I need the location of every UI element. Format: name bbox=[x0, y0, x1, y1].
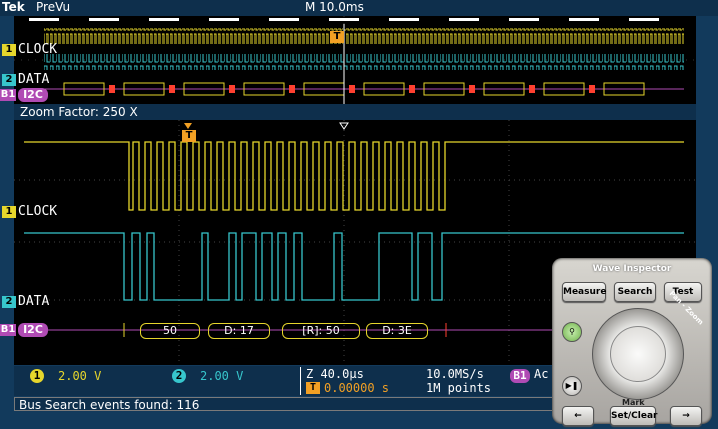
acquisition-mode: PreVu bbox=[36, 0, 71, 14]
zoom-ch2-marker[interactable]: 2 bbox=[2, 296, 16, 308]
sample-rate: 10.0MS/s bbox=[426, 367, 484, 381]
search-button[interactable]: Search bbox=[614, 282, 656, 302]
overview-ch2-marker[interactable]: 2 bbox=[2, 74, 16, 86]
bus-packet-data[interactable]: D: 17 bbox=[208, 323, 270, 339]
wave-inspector-panel: Wave Inspector Measure Search Test ⚲ ▶❚ … bbox=[552, 258, 712, 426]
next-mark-button[interactable]: → bbox=[670, 406, 702, 426]
previous-mark-button[interactable]: ← bbox=[562, 406, 594, 426]
overview-ch1-marker[interactable]: 1 bbox=[2, 44, 16, 56]
search-zoom-icon[interactable]: ⚲ bbox=[562, 322, 582, 342]
status-divider bbox=[300, 367, 301, 395]
play-pause-button[interactable]: ▶❚ bbox=[562, 376, 582, 396]
ch2-scale[interactable]: 2.00 V bbox=[200, 369, 243, 383]
ch2-scale-marker[interactable]: 2 bbox=[172, 369, 186, 383]
bus-status: Ac bbox=[534, 367, 549, 381]
overview-waveform[interactable]: T 1 CLOCK 2 DATA B1 I2C bbox=[0, 16, 696, 114]
bus-packet-data[interactable]: D: 3E bbox=[366, 323, 428, 339]
brand-logo: Tek bbox=[2, 0, 25, 14]
zoom-factor-readout: Zoom Factor: 250 X bbox=[14, 104, 696, 120]
zoom-ch1-label: CLOCK bbox=[18, 204, 58, 219]
overview-trigger-marker[interactable]: T bbox=[330, 31, 344, 43]
bus-packet-read-address[interactable]: [R]: 50 bbox=[282, 323, 360, 339]
ch1-scale[interactable]: 2.00 V bbox=[58, 369, 101, 383]
zoom-time-scale[interactable]: Z 40.0µs bbox=[306, 367, 364, 381]
zoom-ch2-label: DATA bbox=[18, 294, 50, 309]
zoom-ch1-marker[interactable]: 1 bbox=[2, 206, 16, 218]
ch1-scale-marker[interactable]: 1 bbox=[30, 369, 44, 383]
bus-status-marker[interactable]: B1 bbox=[510, 369, 530, 383]
trigger-position[interactable]: 0.00000 s bbox=[324, 381, 389, 395]
scope-screen: Tek PreVu M 10.0ms T 1 CLOCK 2 DATA B1 I… bbox=[0, 0, 718, 429]
zoom-trigger-marker[interactable]: T bbox=[182, 130, 196, 142]
zoom-bus-label: I2C bbox=[18, 323, 48, 337]
overview-svg bbox=[14, 16, 696, 104]
wave-inspector-title: Wave Inspector bbox=[592, 264, 672, 274]
overview-ch2-label: DATA bbox=[18, 72, 50, 87]
record-length: 1M points bbox=[426, 381, 492, 395]
set-clear-mark-button[interactable]: Set/Clear bbox=[610, 406, 657, 426]
bus-packet-address[interactable]: 50 bbox=[140, 323, 200, 339]
overview-bus-marker[interactable]: B1 bbox=[0, 89, 16, 101]
zoom-bus-marker[interactable]: B1 bbox=[0, 324, 16, 336]
trigger-pos-icon: T bbox=[306, 382, 320, 394]
measure-button[interactable]: Measure bbox=[562, 282, 606, 302]
top-status-bar: Tek PreVu M 10.0ms bbox=[0, 0, 718, 16]
overview-bus-label: I2C bbox=[18, 88, 48, 102]
overview-ch1-label: CLOCK bbox=[18, 42, 58, 57]
timebase-readout: M 10.0ms bbox=[305, 0, 364, 14]
zoom-knob[interactable] bbox=[610, 326, 666, 382]
